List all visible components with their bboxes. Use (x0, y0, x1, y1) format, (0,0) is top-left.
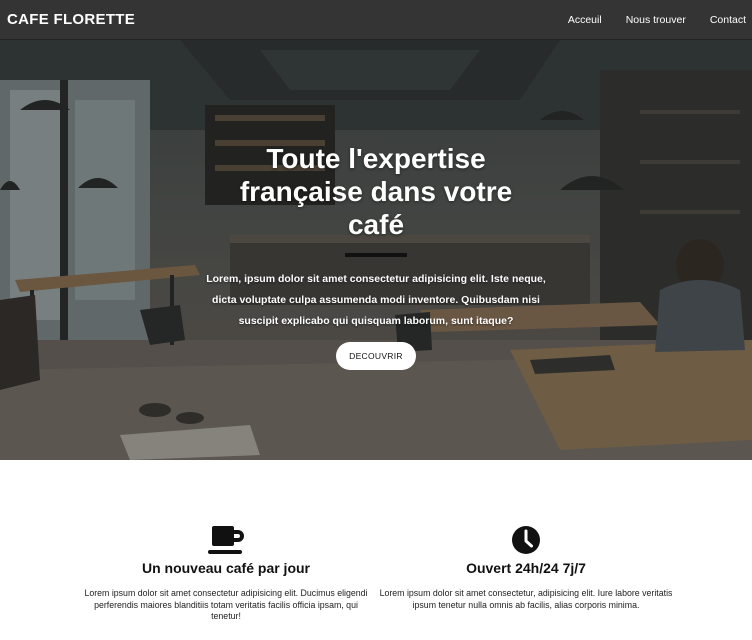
nav-links: Acceuil Nous trouver Contact (544, 14, 746, 26)
feature-title: Ouvert 24h/24 7j/7 (466, 560, 586, 576)
navbar: CAFE FLORETTE Acceuil Nous trouver Conta… (0, 0, 752, 40)
brand-logo[interactable]: CAFE FLORETTE (7, 11, 135, 28)
feature-description: Lorem ipsum dolor sit amet consectetur, … (379, 588, 673, 610)
feature-description: Lorem ipsum dolor sit amet consectetur a… (84, 588, 368, 621)
hero-title: Toute l'expertise française dans votre c… (239, 143, 513, 240)
hero-description: Lorem, ipsum dolor sit amet consectetur … (206, 273, 546, 327)
clock-icon (512, 526, 540, 554)
nav-link-accueil[interactable]: Acceuil (568, 14, 602, 26)
hero-title-underline (345, 253, 407, 257)
decouvrir-button[interactable]: DECOUVRIR (336, 342, 416, 370)
feature-title: Un nouveau café par jour (141, 560, 311, 576)
hero-section: Toute l'expertise française dans votre c… (0, 40, 752, 460)
feature-opening-hours: Ouvert 24h/24 7j/7 Lorem ipsum dolor sit… (378, 524, 674, 611)
nav-link-contact[interactable]: Contact (710, 14, 746, 26)
coffee-cup-icon (208, 526, 244, 554)
nav-link-nous-trouver[interactable]: Nous trouver (626, 14, 686, 26)
features-section: Un nouveau café par jour Lorem ipsum dol… (0, 460, 752, 640)
hero-content: Toute l'expertise française dans votre c… (0, 40, 752, 460)
feature-new-coffee: Un nouveau café par jour Lorem ipsum dol… (78, 524, 374, 623)
